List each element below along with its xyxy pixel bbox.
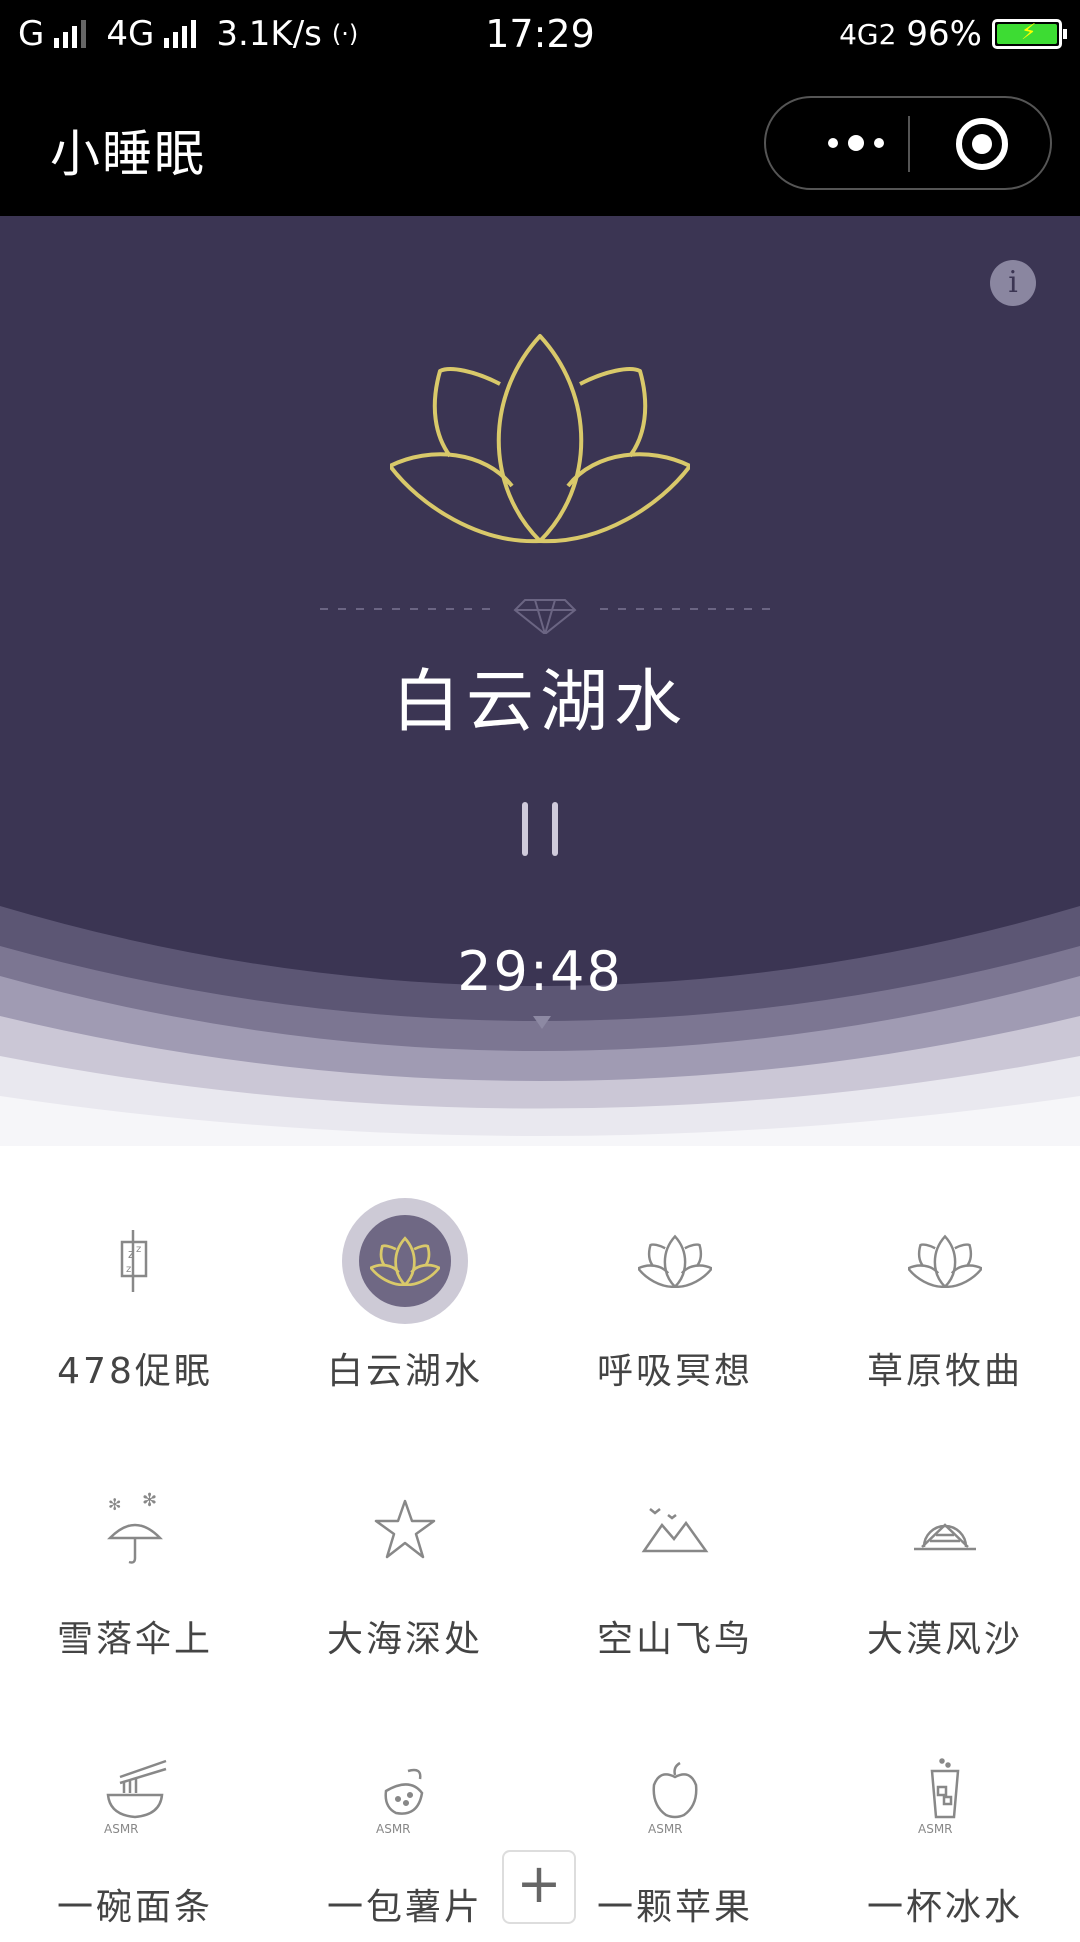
lotus-icon	[390, 334, 690, 544]
track-title: 白云湖水	[391, 663, 688, 742]
sound-grid: z z z 478促眠 白云湖水 呼吸冥想 草原牧曲 ✻ ✻ 雪落伞上 大海深处…	[0, 1146, 1080, 1928]
noodle-bowl-icon: ASMR	[72, 1734, 198, 1860]
sound-label: 一颗苹果	[596, 1887, 753, 1928]
sound-item[interactable]: z z z 478促眠	[0, 1146, 270, 1406]
sound-label: 一包薯片	[326, 1887, 483, 1928]
sound-label: 一杯冰水	[866, 1887, 1023, 1928]
sound-item[interactable]: 大漠风沙	[810, 1414, 1080, 1674]
player-hero: i 白云湖水 29:48	[0, 216, 1080, 1146]
status-right: 4G2 96% ⚡	[839, 14, 1067, 54]
sound-label: 雪落伞上	[56, 1619, 213, 1660]
asmr-badge: ASMR	[376, 1822, 411, 1836]
title-bar: 小睡眠	[0, 70, 1080, 216]
sound-item-active[interactable]: 白云湖水	[270, 1146, 540, 1406]
divider-diamond-icon	[320, 599, 770, 634]
more-button[interactable]	[806, 98, 906, 188]
sound-item[interactable]: 草原牧曲	[810, 1146, 1080, 1406]
sound-item[interactable]: ASMR 一碗面条	[0, 1682, 270, 1942]
add-button[interactable]: +	[502, 1850, 576, 1924]
starfish-icon	[342, 1466, 468, 1592]
info-button[interactable]: i	[990, 260, 1036, 306]
svg-text:✻: ✻	[142, 1492, 157, 1511]
ice-water-icon: ASMR	[882, 1734, 1008, 1860]
network-type: 4G2	[839, 17, 897, 51]
sound-label: 大海深处	[326, 1619, 483, 1660]
battery-icon: ⚡	[992, 19, 1067, 49]
sound-label: 白云湖水	[326, 1351, 483, 1392]
apple-icon: ASMR	[612, 1734, 738, 1860]
timer-dropdown-icon[interactable]	[533, 1016, 551, 1029]
sound-label: 一碗面条	[56, 1887, 213, 1928]
svg-text:✻: ✻	[108, 1495, 121, 1514]
sound-item[interactable]: ASMR 一杯冰水	[810, 1682, 1080, 1942]
desert-sun-icon	[882, 1466, 1008, 1592]
snow-umbrella-icon: ✻ ✻	[72, 1466, 198, 1592]
sound-label: 空山飞鸟	[596, 1619, 753, 1660]
active-indicator	[342, 1198, 468, 1324]
mountain-birds-icon	[612, 1466, 738, 1592]
sound-item[interactable]: 空山飞鸟	[540, 1414, 810, 1674]
lotus-icon	[612, 1198, 738, 1324]
sound-label: 478促眠	[57, 1351, 213, 1392]
zzz-bed-icon: z z z	[72, 1198, 198, 1324]
svg-text:z: z	[126, 1264, 131, 1275]
asmr-badge: ASMR	[104, 1822, 139, 1836]
sound-label: 大漠风沙	[866, 1619, 1023, 1660]
chips-icon: ASMR	[342, 1734, 468, 1860]
status-bar: G 4G 3.1K/s (·) 17:29 4G2 96% ⚡	[0, 0, 1080, 70]
asmr-badge: ASMR	[648, 1822, 683, 1836]
sound-item[interactable]: 呼吸冥想	[540, 1146, 810, 1406]
mini-program-capsule	[764, 96, 1052, 190]
sound-item[interactable]: ASMR 一颗苹果	[540, 1682, 810, 1942]
app-title: 小睡眠	[50, 125, 206, 183]
close-button[interactable]	[956, 118, 1008, 170]
lotus-icon	[359, 1215, 451, 1307]
asmr-badge: ASMR	[918, 1822, 953, 1836]
svg-text:z: z	[128, 1247, 134, 1261]
sound-label: 呼吸冥想	[596, 1351, 753, 1392]
svg-text:z: z	[136, 1244, 141, 1255]
sound-item[interactable]: ASMR 一包薯片	[270, 1682, 540, 1942]
pause-button[interactable]	[510, 802, 570, 872]
timer-display[interactable]: 29:48	[0, 940, 1080, 1003]
lotus-icon	[882, 1198, 1008, 1324]
capsule-divider	[908, 116, 910, 172]
sound-label: 草原牧曲	[866, 1351, 1023, 1392]
battery-percent: 96%	[906, 14, 982, 54]
sound-item[interactable]: 大海深处	[270, 1414, 540, 1674]
sound-item[interactable]: ✻ ✻ 雪落伞上	[0, 1414, 270, 1674]
